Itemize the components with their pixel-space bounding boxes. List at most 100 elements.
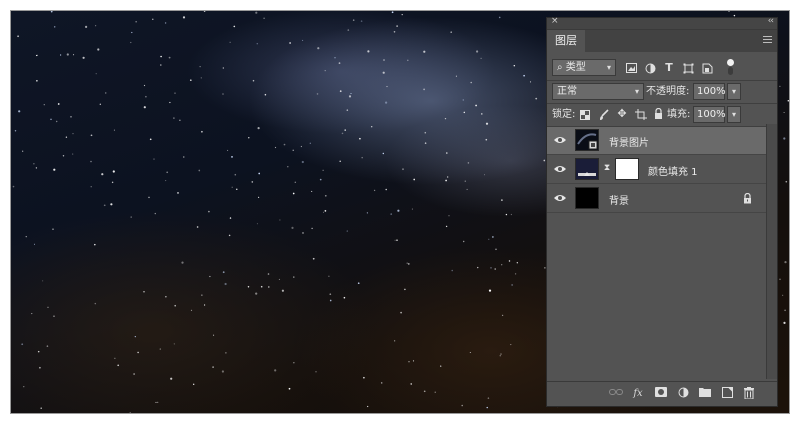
star: [505, 213, 508, 216]
star: [209, 275, 211, 278]
star: [12, 185, 15, 188]
new-group-icon[interactable]: [698, 387, 712, 401]
star: [131, 31, 133, 34]
star: [255, 292, 258, 295]
star: [169, 101, 171, 104]
star: [787, 99, 789, 102]
blend-mode-select[interactable]: 正常 ▾: [552, 83, 644, 100]
star: [173, 343, 175, 345]
star: [391, 11, 394, 14]
star: [382, 71, 385, 74]
star: [311, 227, 313, 230]
link-layers-icon[interactable]: [609, 387, 623, 401]
star: [339, 90, 342, 93]
star: [523, 74, 525, 77]
star: [341, 132, 344, 135]
chevron-down-icon: ▾: [634, 87, 639, 96]
blend-mode-value: 正常: [557, 86, 577, 97]
visibility-eye-icon[interactable]: [554, 164, 566, 174]
star: [274, 146, 277, 149]
star: [783, 321, 786, 324]
star: [222, 271, 225, 274]
star: [264, 93, 267, 96]
star: [17, 35, 19, 38]
star: [56, 120, 58, 123]
lock-position-icon[interactable]: ✥: [616, 108, 628, 120]
star: [181, 261, 184, 264]
layer-style-icon[interactable]: fx: [631, 387, 645, 401]
star: [445, 225, 448, 228]
panel-title-bar[interactable]: × ‹‹: [547, 16, 777, 30]
star: [190, 309, 193, 311]
star: [18, 110, 21, 113]
star: [36, 54, 38, 56]
type-filter-icon[interactable]: T: [663, 62, 675, 74]
star: [499, 355, 501, 357]
star: [221, 370, 224, 373]
star: [234, 173, 237, 176]
star: [143, 291, 145, 293]
star: [343, 296, 346, 299]
star: [480, 57, 482, 60]
fill-input[interactable]: 100%: [693, 106, 726, 123]
star: [105, 92, 107, 94]
star: [148, 196, 150, 199]
star: [95, 73, 97, 75]
star: [464, 180, 466, 182]
star: [289, 42, 291, 44]
opacity-input[interactable]: 100%: [693, 83, 726, 100]
star: [359, 137, 361, 140]
star: [260, 285, 263, 288]
star: [198, 169, 201, 172]
filter-toggle-icon[interactable]: [725, 58, 735, 79]
star: [137, 351, 139, 354]
star: [112, 170, 115, 173]
star: [396, 25, 398, 27]
panel-menu-icon[interactable]: [763, 36, 772, 45]
star: [423, 50, 426, 53]
filter-kind-select[interactable]: ⌕ 类型 ▾: [552, 59, 616, 76]
layer-row-background-image[interactable]: 背景图片: [547, 127, 768, 155]
star: [488, 289, 492, 292]
star: [444, 117, 447, 120]
layer-row-color-fill[interactable]: ⧗ 颜色填充 1: [547, 156, 768, 184]
layers-scrollbar[interactable]: [766, 124, 777, 379]
shape-filter-icon[interactable]: [682, 63, 694, 77]
lock-paint-icon[interactable]: [598, 109, 609, 124]
tab-layers[interactable]: 图层: [547, 30, 585, 52]
star: [22, 150, 24, 152]
visibility-eye-icon[interactable]: [554, 193, 566, 203]
star: [424, 131, 427, 134]
lock-all-icon[interactable]: [653, 107, 663, 123]
star: [203, 11, 206, 12]
star: [173, 117, 175, 119]
new-adjustment-icon[interactable]: [676, 387, 690, 401]
star: [135, 21, 137, 23]
visibility-eye-icon[interactable]: [554, 135, 566, 145]
lock-transparent-icon[interactable]: [579, 110, 590, 123]
star: [410, 383, 412, 385]
layer-row-background[interactable]: 背景: [547, 185, 768, 213]
opacity-dropdown-icon[interactable]: ▾: [727, 83, 741, 100]
close-icon[interactable]: ×: [551, 16, 559, 26]
mask-thumbnail[interactable]: [615, 158, 639, 180]
fill-dropdown-icon[interactable]: ▾: [727, 106, 741, 123]
star: [495, 248, 497, 251]
lock-artboard-icon[interactable]: [635, 109, 647, 123]
delete-layer-icon[interactable]: [742, 387, 756, 401]
new-layer-icon[interactable]: [720, 387, 734, 401]
star: [174, 92, 176, 94]
star: [490, 267, 492, 269]
add-mask-icon[interactable]: [654, 387, 668, 401]
image-filter-icon[interactable]: [625, 63, 637, 76]
opacity-label: 不透明度:: [646, 86, 690, 97]
adjustment-filter-icon[interactable]: [644, 63, 656, 77]
link-icon[interactable]: ⧗: [603, 162, 611, 174]
star: [498, 16, 501, 19]
star: [257, 127, 260, 130]
star: [396, 239, 398, 241]
chevron-down-icon: ▾: [606, 63, 611, 72]
collapse-icon[interactable]: ‹‹: [768, 16, 774, 26]
star: [274, 369, 277, 372]
smart-object-filter-icon[interactable]: [701, 63, 713, 77]
